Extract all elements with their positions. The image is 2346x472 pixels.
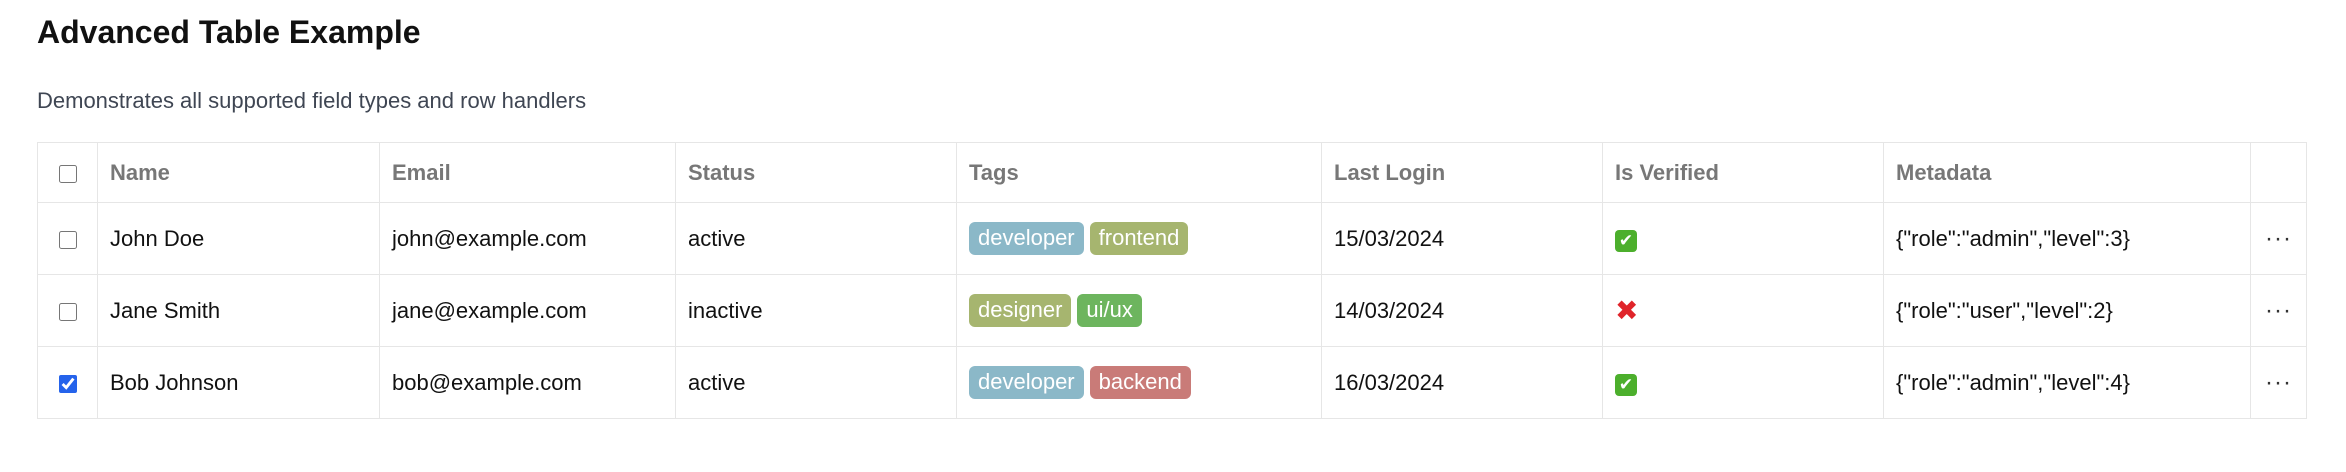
cell-last-login: 16/03/2024	[1321, 346, 1603, 419]
cell-tags: developer backend	[956, 346, 1322, 419]
column-header-metadata[interactable]: Metadata	[1883, 142, 2251, 203]
tag-badge: ui/ux	[1077, 294, 1142, 327]
cell-email: jane@example.com	[379, 274, 676, 347]
table-row[interactable]: Jane Smith jane@example.com inactive design…	[37, 274, 2307, 347]
cell-tags: designer ui/ux	[956, 274, 1322, 347]
page: Advanced Table Example Demonstrates all …	[0, 0, 2346, 419]
cell-is-verified: ✔	[1602, 346, 1884, 419]
row-actions-cell: ···	[2250, 346, 2307, 419]
cell-last-login: 14/03/2024	[1321, 274, 1603, 347]
cell-is-verified: ✖	[1602, 274, 1884, 347]
column-header-is-verified[interactable]: Is Verified	[1602, 142, 1884, 203]
tag-badge: backend	[1089, 366, 1191, 399]
row-select-cell	[37, 202, 98, 275]
cell-status: active	[675, 202, 957, 275]
cell-email: john@example.com	[379, 202, 676, 275]
tag-badge: designer	[969, 294, 1072, 327]
cell-metadata: {"role":"user","level":2}	[1883, 274, 2251, 347]
row-select-checkbox[interactable]	[58, 230, 77, 249]
data-table: Name Email Status Tags Last Login Is Ver…	[37, 142, 2307, 419]
cell-tags: developer frontend	[956, 202, 1322, 275]
column-header-tags[interactable]: Tags	[956, 142, 1322, 203]
select-all-cell	[37, 142, 98, 203]
row-select-checkbox[interactable]	[58, 302, 77, 321]
column-header-last-login[interactable]: Last Login	[1321, 142, 1603, 203]
tag-badge: developer	[969, 222, 1084, 255]
cell-metadata: {"role":"admin","level":3}	[1883, 202, 2251, 275]
tag-badge: frontend	[1089, 222, 1189, 255]
cell-name: John Doe	[97, 202, 380, 275]
column-header-status[interactable]: Status	[675, 142, 957, 203]
column-header-name[interactable]: Name	[97, 142, 380, 203]
cell-name: Jane Smith	[97, 274, 380, 347]
row-select-checkbox[interactable]	[58, 374, 77, 393]
table-row[interactable]: John Doe john@example.com active developer f…	[37, 202, 2307, 275]
more-horizontal-icon[interactable]: ···	[2265, 297, 2292, 324]
cell-email: bob@example.com	[379, 346, 676, 419]
cell-status: inactive	[675, 274, 957, 347]
tag-badge: developer	[969, 366, 1084, 399]
column-header-email[interactable]: Email	[379, 142, 676, 203]
row-actions-cell: ···	[2250, 202, 2307, 275]
more-horizontal-icon[interactable]: ···	[2265, 369, 2292, 396]
check-mark-icon: ✔	[1615, 229, 1637, 252]
more-horizontal-icon[interactable]: ···	[2265, 225, 2292, 252]
table-header-row: Name Email Status Tags Last Login Is Ver…	[37, 142, 2307, 203]
cross-mark-icon: ✖	[1615, 295, 1639, 326]
table-body: John Doe john@example.com active developer f…	[37, 202, 2307, 419]
row-select-cell	[37, 346, 98, 419]
page-title: Advanced Table Example	[37, 14, 421, 50]
cell-status: active	[675, 346, 957, 419]
cell-name: Bob Johnson	[97, 346, 380, 419]
row-select-cell	[37, 274, 98, 347]
select-all-checkbox[interactable]	[58, 164, 77, 183]
check-mark-icon: ✔	[1615, 373, 1637, 396]
table-row[interactable]: Bob Johnson bob@example.com active develope…	[37, 346, 2307, 419]
page-subtitle: Demonstrates all supported field types a…	[37, 88, 587, 113]
cell-metadata: {"role":"admin","level":4}	[1883, 346, 2251, 419]
row-actions-cell: ···	[2250, 274, 2307, 347]
column-header-actions	[2250, 142, 2307, 203]
cell-is-verified: ✔	[1602, 202, 1884, 275]
cell-last-login: 15/03/2024	[1321, 202, 1603, 275]
